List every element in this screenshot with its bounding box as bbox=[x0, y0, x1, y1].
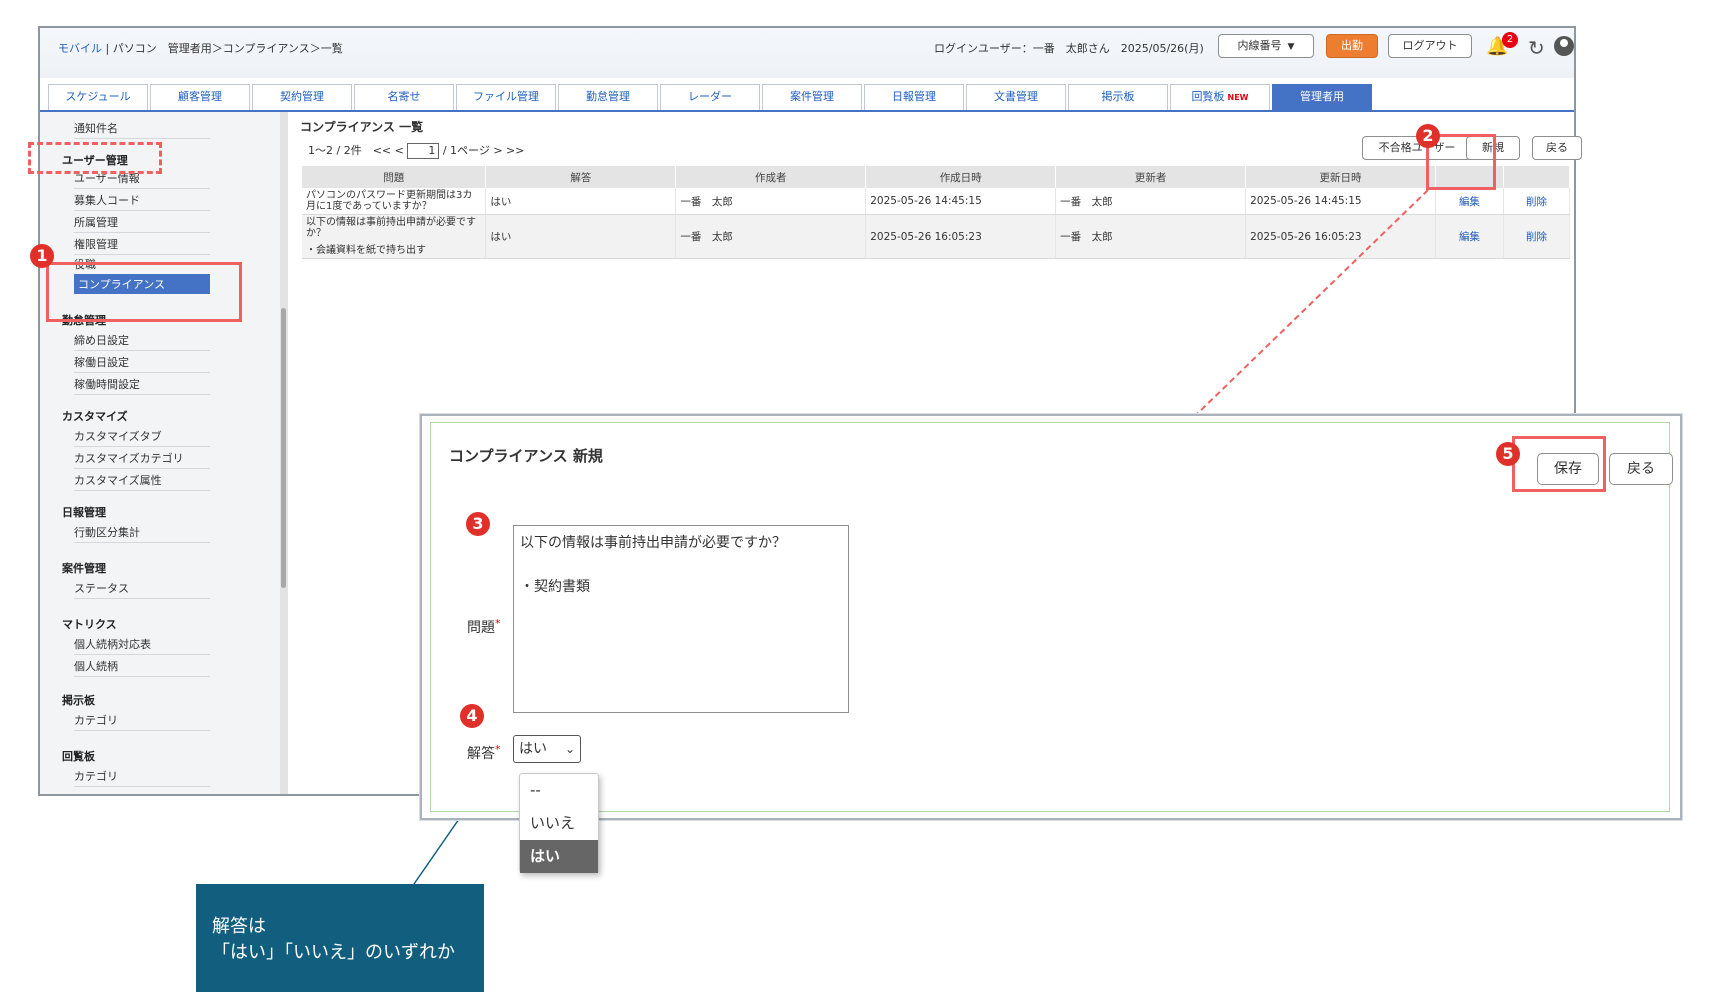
answer-dropdown: -- いいえ はい bbox=[519, 773, 599, 873]
question-textarea[interactable]: 以下の情報は事前持出申請が必要ですか？ ・契約書類 bbox=[513, 525, 849, 713]
dialog-body: コンプライアンス 新規 保存 戻る 問題* 以下の情報は事前持出申請が必要ですか… bbox=[430, 422, 1673, 873]
highlight-save-button bbox=[1512, 436, 1606, 492]
step-5-marker: 5 bbox=[1496, 442, 1520, 466]
question-label-text: 問題 bbox=[467, 620, 495, 636]
answer-callout: 解答は 「はい」「いいえ」のいずれか bbox=[196, 884, 484, 992]
required-mark: * bbox=[495, 743, 501, 756]
dialog-title: コンプライアンス 新規 bbox=[449, 447, 603, 465]
step-4-marker: 4 bbox=[460, 704, 484, 728]
callout-line: 解答は bbox=[212, 916, 266, 937]
chevron-down-icon: ⌄ bbox=[564, 742, 575, 756]
step-3-marker: 3 bbox=[466, 512, 490, 536]
answer-option-yes[interactable]: はい bbox=[520, 840, 598, 873]
answer-label: 解答* bbox=[467, 743, 501, 763]
answer-select[interactable]: はい ⌄ bbox=[513, 735, 581, 763]
answer-select-value: はい bbox=[519, 741, 547, 757]
required-mark: * bbox=[495, 617, 501, 630]
answer-option-no[interactable]: いいえ bbox=[520, 807, 598, 840]
answer-option-none[interactable]: -- bbox=[520, 774, 598, 807]
answer-label-text: 解答 bbox=[467, 746, 495, 762]
new-compliance-dialog: コンプライアンス 新規 保存 戻る 問題* 以下の情報は事前持出申請が必要ですか… bbox=[420, 414, 1682, 873]
question-label: 問題* bbox=[467, 617, 501, 637]
dialog-back-button[interactable]: 戻る bbox=[1609, 453, 1673, 485]
callout-line: 「はい」「いいえ」のいずれか bbox=[212, 942, 455, 963]
